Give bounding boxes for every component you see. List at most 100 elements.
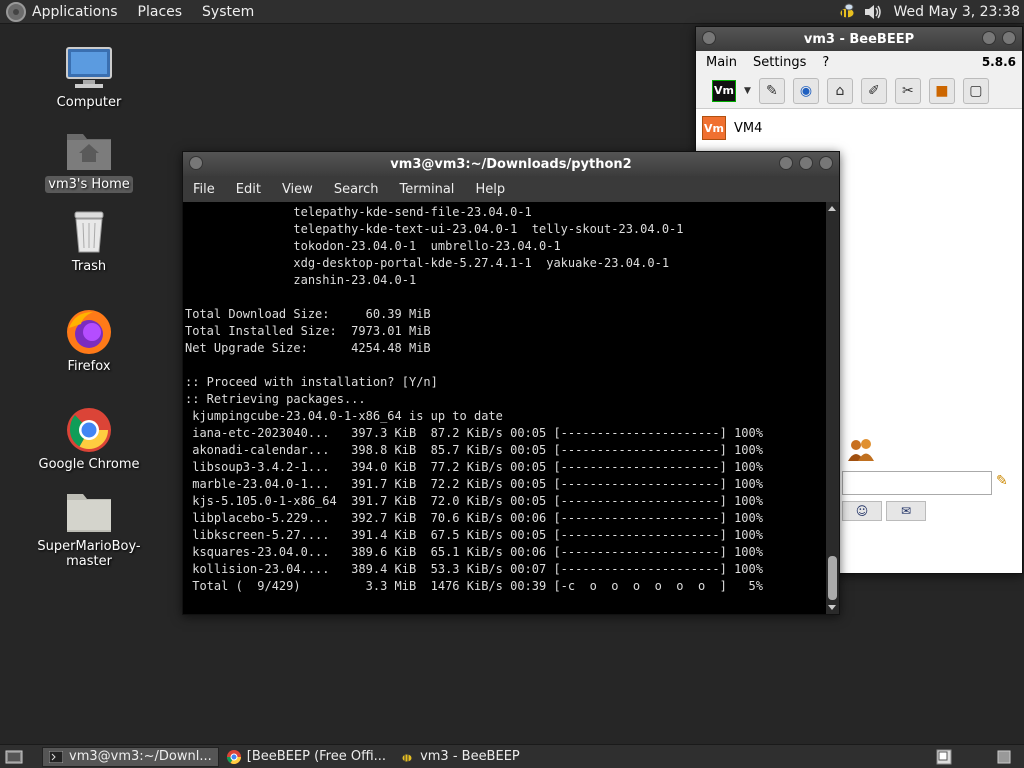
- taskbar-item-label: vm3@vm3:~/Downl...: [69, 749, 212, 764]
- menu-file[interactable]: File: [193, 182, 215, 197]
- user-status-button[interactable]: Vm: [712, 79, 736, 102]
- terminal-titlebar[interactable]: vm3@vm3:~/Downloads/python2: [183, 152, 839, 176]
- chrome-icon: [65, 406, 113, 454]
- home-folder-icon: [65, 126, 113, 174]
- beebeep-menubar: Main Settings ? 5.8.6: [696, 51, 1022, 73]
- clock[interactable]: Wed May 3, 23:38: [893, 4, 1020, 20]
- beebeep-toolbar: Vm ▼ ✎ ◉ ⌂ ✐ ✂ ■ ▢: [696, 73, 1022, 109]
- chat-input[interactable]: [842, 471, 992, 495]
- applications-menu[interactable]: Applications: [32, 4, 118, 20]
- desktop-icon-label: SuperMarioBoy-master: [37, 539, 141, 569]
- chevron-down-icon[interactable]: ▼: [744, 86, 751, 96]
- chrome-icon: [226, 749, 241, 764]
- people-icon: [846, 437, 876, 469]
- beebeep-titlebar[interactable]: vm3 - BeeBEEP: [696, 27, 1022, 51]
- terminal-menubar: File Edit View Search Terminal Help: [183, 176, 839, 202]
- beebeep-tray-icon[interactable]: [837, 3, 857, 21]
- version-label: 5.8.6: [981, 55, 1016, 69]
- close-button[interactable]: [819, 156, 833, 170]
- volume-icon[interactable]: [863, 3, 883, 21]
- maximize-button[interactable]: [799, 156, 813, 170]
- computer-icon: [65, 44, 113, 92]
- terminal-line: Total ( 9/429) 3.3 MiB 1476 KiB/s 00:39 …: [185, 579, 763, 593]
- terminal-line: tokodon-23.04.0-1 umbrello-23.04.0-1: [185, 239, 561, 253]
- window-title: vm3 - BeeBEEP: [803, 31, 915, 47]
- maximize-button[interactable]: [1002, 31, 1016, 45]
- bottom-panel: vm3@vm3:~/Downl... [BeeBEEP (Free Offi..…: [0, 744, 1024, 768]
- plugin-icon[interactable]: ■: [928, 77, 955, 104]
- taskbar-item-chrome[interactable]: [BeeBEEP (Free Offi...: [221, 747, 392, 767]
- taskbar-item-terminal[interactable]: vm3@vm3:~/Downl...: [42, 746, 219, 767]
- desktop-icon-home[interactable]: vm3's Home: [24, 126, 154, 193]
- network-icon[interactable]: ◉: [792, 77, 819, 104]
- terminal-line: Total Download Size: 60.39 MiB: [185, 307, 431, 321]
- group-icon[interactable]: ⌂: [826, 77, 853, 104]
- trash-applet-icon[interactable]: [996, 749, 1012, 765]
- menu-edit[interactable]: Edit: [236, 182, 261, 197]
- scroll-down-icon[interactable]: [828, 605, 836, 610]
- main-menu-icon[interactable]: [6, 1, 26, 22]
- taskbar-item-label: vm3 - BeeBEEP: [420, 749, 520, 764]
- taskbar-item-beebeep[interactable]: vm3 - BeeBEEP: [394, 747, 526, 767]
- terminal-line: :: Proceed with installation? [Y/n]: [185, 375, 438, 389]
- users-tab-icon[interactable]: ☺: [842, 501, 882, 521]
- terminal-line: zanshin-23.04.0-1: [185, 273, 417, 287]
- terminal-text: telepathy-kde-send-file-23.04.0-1 telepa…: [183, 202, 825, 595]
- menu-view[interactable]: View: [282, 182, 313, 197]
- beebeep-icon: [400, 750, 414, 764]
- terminal-line: libsoup3-3.4.2-1... 394.0 KiB 77.2 KiB/s…: [185, 460, 763, 474]
- window-menu-button[interactable]: [189, 156, 203, 170]
- terminal-line: kollision-23.04.... 389.4 KiB 53.3 KiB/s…: [185, 562, 763, 576]
- show-desktop-icon[interactable]: [4, 750, 24, 764]
- scroll-thumb[interactable]: [828, 556, 837, 600]
- bin-icon[interactable]: ▢: [962, 77, 989, 104]
- terminal-icon: [49, 750, 63, 764]
- desktop-icon-supermarioboy[interactable]: SuperMarioBoy-master: [24, 488, 154, 570]
- desktop-icon-chrome[interactable]: Google Chrome: [24, 406, 154, 473]
- menu-help[interactable]: Help: [475, 182, 505, 197]
- workspace-switcher-icon[interactable]: [936, 749, 952, 765]
- terminal-line: Total Installed Size: 7973.01 MiB: [185, 324, 431, 338]
- window-title: vm3@vm3:~/Downloads/python2: [390, 156, 632, 172]
- user-list-item[interactable]: Vm VM4: [696, 115, 1022, 141]
- trash-icon: [65, 208, 113, 256]
- desktop-icon-label: Firefox: [67, 359, 111, 374]
- desktop-icon-label: Trash: [71, 259, 107, 274]
- desktop-icon-computer[interactable]: Computer: [24, 44, 154, 111]
- folder-icon: [65, 488, 113, 536]
- terminal-line: akonadi-calendar... 398.8 KiB 85.7 KiB/s…: [185, 443, 763, 457]
- terminal-line: iana-etc-2023040... 397.3 KiB 87.2 KiB/s…: [185, 426, 763, 440]
- terminal-output[interactable]: telepathy-kde-send-file-23.04.0-1 telepa…: [183, 202, 825, 614]
- minimize-button[interactable]: [779, 156, 793, 170]
- menu-help[interactable]: ?: [822, 55, 829, 70]
- terminal-line: telepathy-kde-text-ui-23.04.0-1 telly-sk…: [185, 222, 684, 236]
- terminal-line: kjumpingcube-23.04.0-1-x86_64 is up to d…: [185, 409, 503, 423]
- user-name: VM4: [734, 120, 763, 136]
- tools-icon[interactable]: ✂: [894, 77, 921, 104]
- clear-icon[interactable]: ✎: [996, 473, 1008, 489]
- system-menu[interactable]: System: [202, 4, 254, 20]
- terminal-scrollbar[interactable]: [826, 202, 839, 614]
- top-panel: Applications Places System Wed May 3, 23…: [0, 0, 1024, 24]
- menu-main[interactable]: Main: [706, 55, 737, 70]
- terminal-line: xdg-desktop-portal-kde-5.27.4.1-1 yakuak…: [185, 256, 670, 270]
- desktop-icon-firefox[interactable]: Firefox: [24, 308, 154, 375]
- note-icon[interactable]: ✐: [860, 77, 887, 104]
- chat-tab-icon[interactable]: ✉: [886, 501, 926, 521]
- minimize-button[interactable]: [982, 31, 996, 45]
- menu-search[interactable]: Search: [334, 182, 379, 197]
- desktop-icon-label: vm3's Home: [45, 176, 133, 193]
- user-avatar: Vm: [702, 116, 726, 140]
- scroll-up-icon[interactable]: [828, 206, 836, 211]
- menu-settings[interactable]: Settings: [753, 55, 806, 70]
- places-menu[interactable]: Places: [138, 4, 183, 20]
- terminal-line: libkscreen-5.27.... 391.4 KiB 67.5 KiB/s…: [185, 528, 763, 542]
- taskbar-item-label: [BeeBEEP (Free Offi...: [246, 749, 387, 764]
- menu-terminal[interactable]: Terminal: [399, 182, 454, 197]
- desktop-icon-trash[interactable]: Trash: [24, 208, 154, 275]
- window-menu-button[interactable]: [702, 31, 716, 45]
- edit-profile-icon[interactable]: ✎: [758, 77, 785, 104]
- terminal-line: libplacebo-5.229... 392.7 KiB 70.6 KiB/s…: [185, 511, 763, 525]
- desktop-icon-label: Google Chrome: [38, 457, 140, 472]
